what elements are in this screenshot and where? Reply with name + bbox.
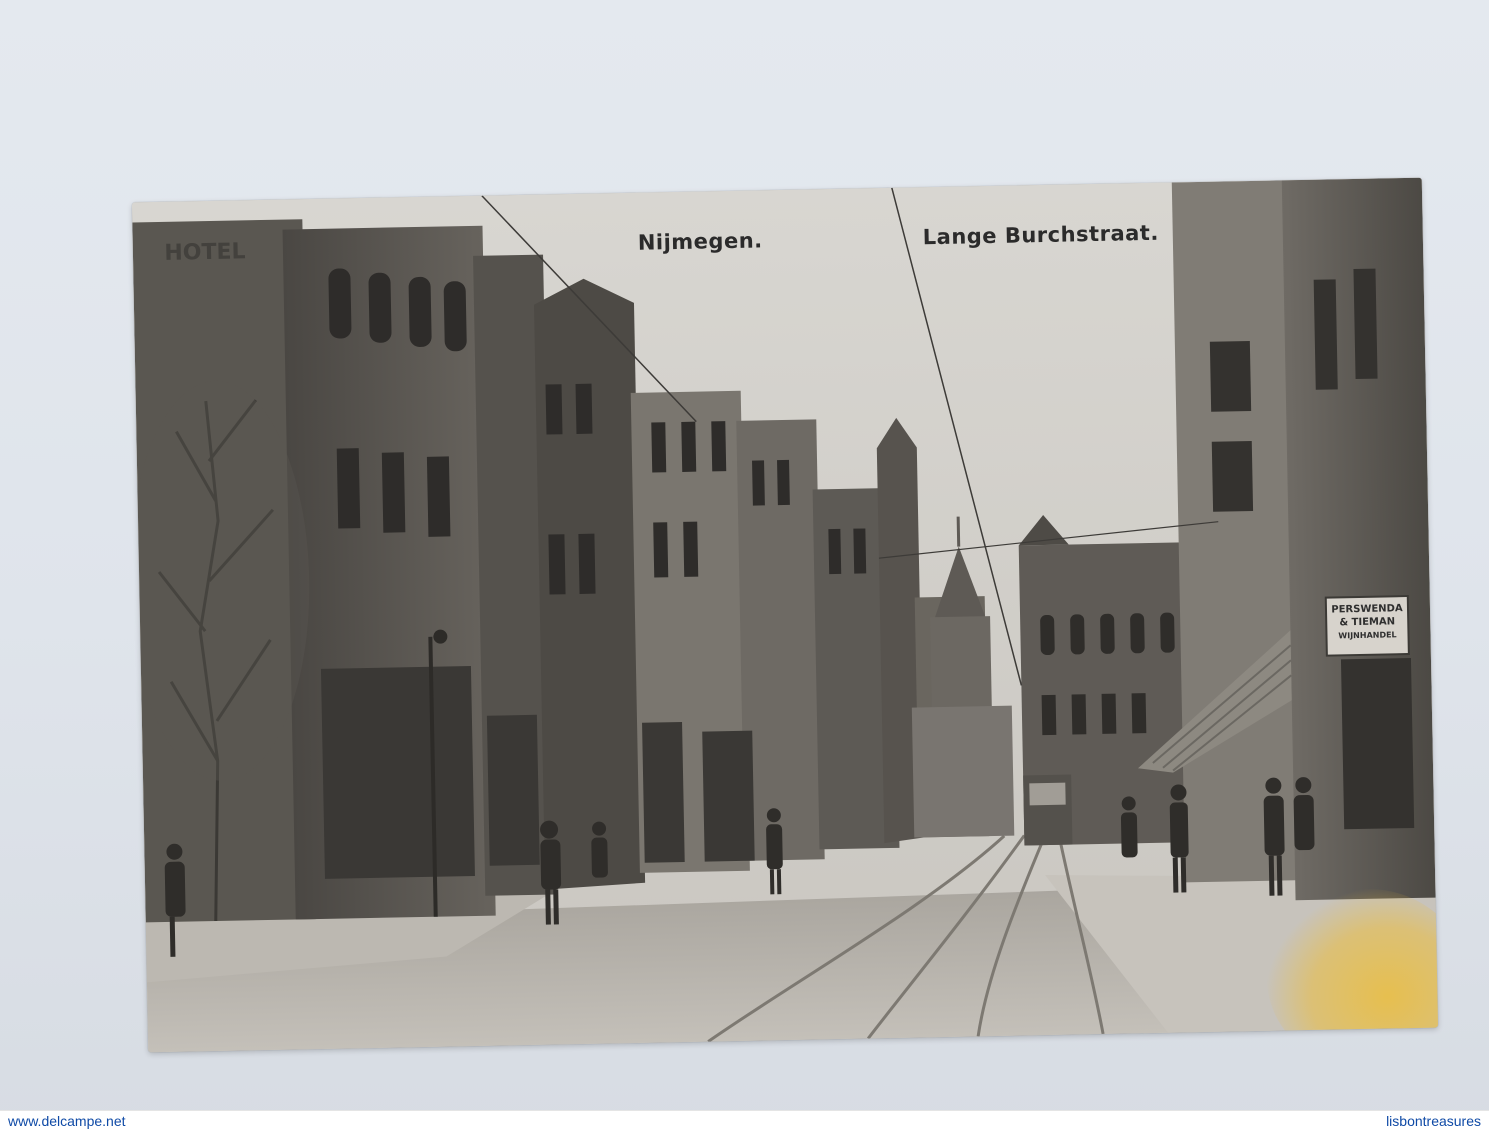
street-scene-photo bbox=[131, 177, 1439, 1053]
shop-sign-board: PERSWENDA & TIEMAN WIJNHANDEL bbox=[1326, 602, 1409, 643]
vintage-postcard: Nijmegen. Lange Burchstraat. HOTEL PERSW… bbox=[131, 177, 1439, 1053]
watermark-bar: www.delcampe.net lisbontreasures bbox=[0, 1110, 1489, 1131]
right-watermark: lisbontreasures bbox=[1386, 1113, 1481, 1129]
shop-sign-line-3: WIJNHANDEL bbox=[1338, 630, 1397, 641]
left-watermark: www.delcampe.net bbox=[8, 1113, 126, 1129]
shop-sign-line-1: PERSWENDA bbox=[1331, 603, 1403, 616]
hotel-sign-text: HOTEL bbox=[164, 239, 246, 266]
photo-backdrop: Nijmegen. Lange Burchstraat. HOTEL PERSW… bbox=[0, 0, 1489, 1131]
postcard-caption-street: Lange Burchstraat. bbox=[922, 220, 1160, 250]
postcard-caption-city: Nijmegen. bbox=[637, 228, 763, 255]
